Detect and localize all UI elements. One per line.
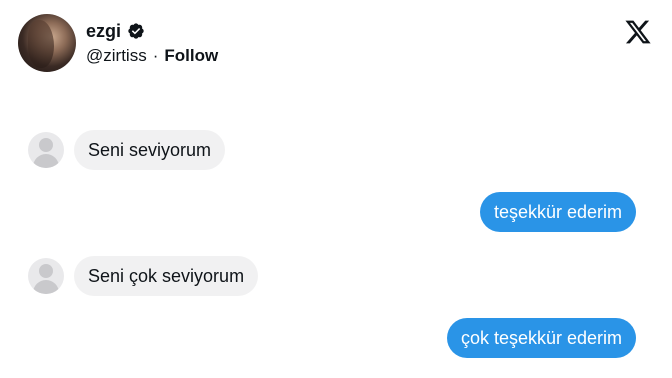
post-header: ezgi @zirtiss · Follow [18, 12, 218, 74]
message-row-outgoing: çok teşekkür ederim [446, 318, 636, 358]
profile-avatar[interactable] [18, 14, 76, 72]
user-info: ezgi @zirtiss · Follow [86, 21, 218, 66]
verified-badge-icon [128, 23, 144, 39]
message-bubble-outgoing: çok teşekkür ederim [446, 318, 636, 358]
user-handle[interactable]: @zirtiss [86, 46, 147, 66]
avatar-placeholder-icon [28, 258, 64, 294]
message-bubble-outgoing: teşekkür ederim [479, 192, 636, 232]
message-bubble-incoming: Seni seviyorum [74, 130, 226, 170]
message-bubble-incoming: Seni çok seviyorum [74, 256, 259, 296]
separator-dot: · [152, 45, 159, 65]
message-row-incoming: Seni çok seviyorum [28, 256, 259, 296]
follow-button[interactable]: Follow [164, 46, 218, 66]
message-row-incoming: Seni seviyorum [28, 130, 226, 170]
handle-row: @zirtiss · Follow [86, 46, 218, 66]
display-name[interactable]: ezgi [86, 21, 121, 42]
avatar-placeholder-icon [28, 132, 64, 168]
x-logo-icon[interactable] [624, 18, 652, 46]
message-row-outgoing: teşekkür ederim [479, 192, 636, 232]
name-row: ezgi [86, 21, 218, 42]
